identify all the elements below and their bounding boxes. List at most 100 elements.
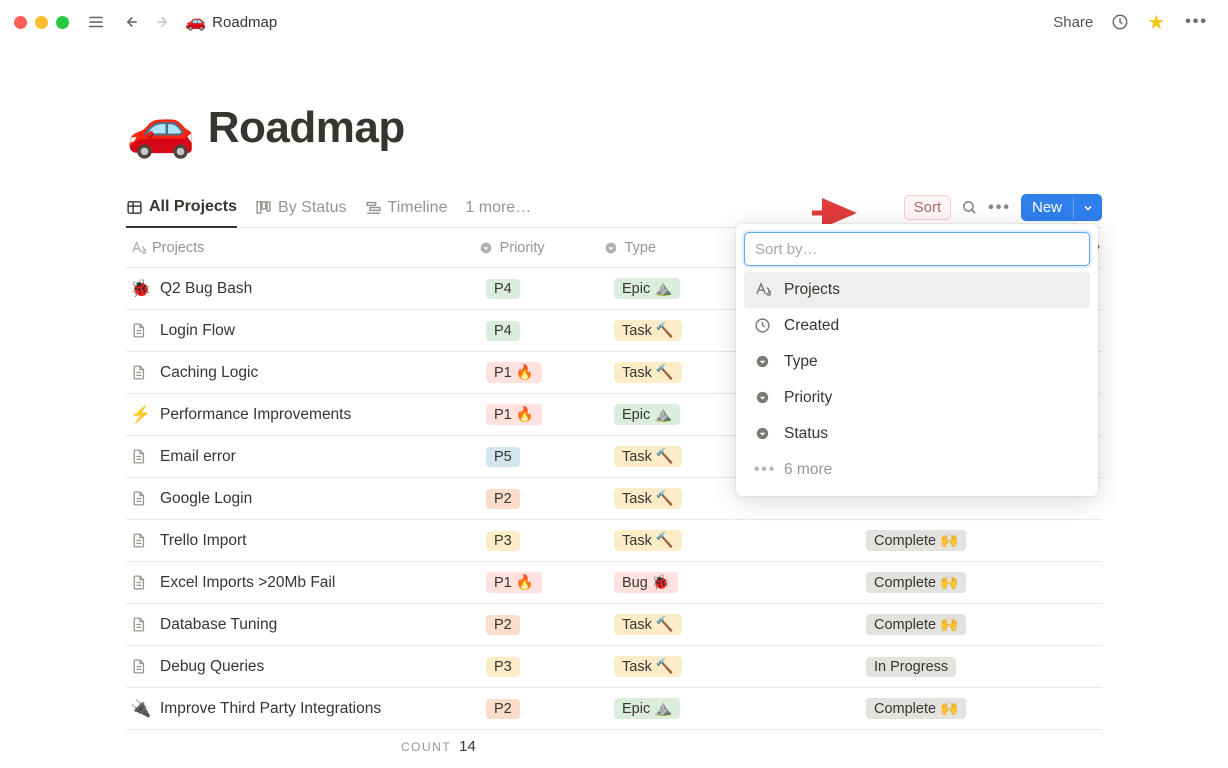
sort-button[interactable]: Sort (904, 195, 952, 220)
chip-icon (754, 389, 772, 407)
chip-icon (754, 425, 772, 443)
window-topbar: 🚗 Roadmap Share ★ ••• (0, 0, 1228, 44)
row-icon (130, 616, 150, 633)
page-title[interactable]: Roadmap (208, 103, 405, 153)
timeline-icon (365, 199, 382, 216)
type-tag: Task 🔨 (614, 362, 682, 383)
priority-tag: P4 (486, 279, 520, 299)
row-icon (130, 574, 150, 591)
column-header-priority[interactable]: Priority (478, 240, 603, 256)
table-row[interactable]: Debug Queries P3 Task 🔨 In Progress (126, 646, 1102, 688)
tab-label: Timeline (388, 199, 448, 217)
window-traffic-lights (14, 16, 69, 29)
row-title: Improve Third Party Integrations (160, 700, 381, 718)
status-tag: Complete 🙌 (866, 614, 966, 635)
breadcrumb-title: Roadmap (212, 14, 277, 31)
nav-back-button[interactable] (117, 9, 143, 35)
search-button[interactable] (961, 199, 978, 216)
breadcrumb-icon: 🚗 (185, 12, 206, 32)
share-button[interactable]: Share (1047, 10, 1099, 35)
table-row[interactable]: 🔌 Improve Third Party Integrations P2 Ep… (126, 688, 1102, 730)
tab-label: By Status (278, 199, 346, 217)
sort-option[interactable]: Created (744, 308, 1090, 344)
row-title: Trello Import (160, 532, 246, 550)
tab-more-views[interactable]: 1 more… (465, 199, 531, 227)
tab-by-status[interactable]: By Status (255, 199, 346, 227)
clock-icon (754, 317, 772, 335)
row-icon (130, 658, 150, 675)
type-tag: Task 🔨 (614, 446, 682, 467)
sort-option[interactable]: Projects (744, 272, 1090, 308)
select-property-icon (478, 240, 494, 256)
chevron-down-icon[interactable] (1073, 197, 1102, 219)
sort-search-input[interactable] (744, 232, 1090, 266)
priority-tag: P2 (486, 699, 520, 719)
row-icon: 🐞 (130, 279, 150, 299)
status-tag: In Progress (866, 657, 956, 677)
type-tag: Bug 🐞 (614, 572, 678, 593)
select-property-icon (603, 240, 619, 256)
table-row[interactable]: Excel Imports >20Mb Fail P1 🔥 Bug 🐞 Comp… (126, 562, 1102, 604)
favorite-star-button[interactable]: ★ (1141, 6, 1171, 39)
row-icon: ⚡ (130, 405, 150, 425)
row-title: Caching Logic (160, 364, 258, 382)
table-count: COUNT 14 (401, 730, 1102, 763)
sort-option[interactable]: Priority (744, 380, 1090, 416)
chip-icon (754, 353, 772, 371)
row-title: Excel Imports >20Mb Fail (160, 574, 335, 592)
dots-icon: ••• (754, 461, 772, 479)
row-title: Performance Improvements (160, 406, 351, 424)
type-tag: Epic ⛰️ (614, 404, 680, 425)
type-tag: Task 🔨 (614, 614, 682, 635)
row-icon (130, 532, 150, 549)
row-icon: 🔌 (130, 699, 150, 719)
page-emoji[interactable]: 🚗 (126, 100, 196, 156)
window-minimize-button[interactable] (35, 16, 48, 29)
priority-tag: P2 (486, 615, 520, 635)
priority-tag: P1 🔥 (486, 404, 542, 425)
sort-option[interactable]: Type (744, 344, 1090, 380)
priority-tag: P1 🔥 (486, 362, 542, 383)
row-icon (130, 364, 150, 381)
type-tag: Task 🔨 (614, 530, 682, 551)
type-tag: Epic ⛰️ (614, 698, 680, 719)
type-tag: Task 🔨 (614, 488, 682, 509)
sidebar-toggle-button[interactable] (83, 9, 109, 35)
breadcrumb[interactable]: 🚗 Roadmap (185, 12, 277, 32)
priority-tag: P3 (486, 657, 520, 677)
row-title: Debug Queries (160, 658, 264, 676)
priority-tag: P2 (486, 489, 520, 509)
table-row[interactable]: Database Tuning P2 Task 🔨 Complete 🙌 (126, 604, 1102, 646)
tab-label: All Projects (149, 198, 237, 216)
status-tag: Complete 🙌 (866, 572, 966, 593)
type-tag: Epic ⛰️ (614, 278, 680, 299)
table-row[interactable]: Trello Import P3 Task 🔨 Complete 🙌 (126, 520, 1102, 562)
row-icon (130, 322, 150, 339)
sort-more-option[interactable]: ••• 6 more (744, 452, 1090, 488)
row-title: Database Tuning (160, 616, 277, 634)
column-header-projects[interactable]: Projects (126, 240, 478, 256)
tab-timeline[interactable]: Timeline (365, 199, 448, 227)
priority-tag: P1 🔥 (486, 572, 542, 593)
tab-all-projects[interactable]: All Projects (126, 198, 237, 228)
updates-button[interactable] (1107, 9, 1133, 35)
priority-tag: P3 (486, 531, 520, 551)
new-button[interactable]: New (1021, 194, 1102, 221)
page-more-button[interactable]: ••• (1179, 9, 1214, 35)
nav-forward-button[interactable] (151, 9, 177, 35)
row-title: Q2 Bug Bash (160, 280, 252, 298)
window-close-button[interactable] (14, 16, 27, 29)
row-icon (130, 490, 150, 507)
text-property-icon (130, 240, 146, 256)
type-tag: Task 🔨 (614, 320, 682, 341)
status-tag: Complete 🙌 (866, 698, 966, 719)
view-more-button[interactable]: ••• (988, 199, 1011, 217)
row-title: Login Flow (160, 322, 235, 340)
sort-option[interactable]: Status (744, 416, 1090, 452)
row-icon (130, 448, 150, 465)
status-tag: Complete 🙌 (866, 530, 966, 551)
row-title: Google Login (160, 490, 252, 508)
text-icon (754, 281, 772, 299)
type-tag: Task 🔨 (614, 656, 682, 677)
window-zoom-button[interactable] (56, 16, 69, 29)
